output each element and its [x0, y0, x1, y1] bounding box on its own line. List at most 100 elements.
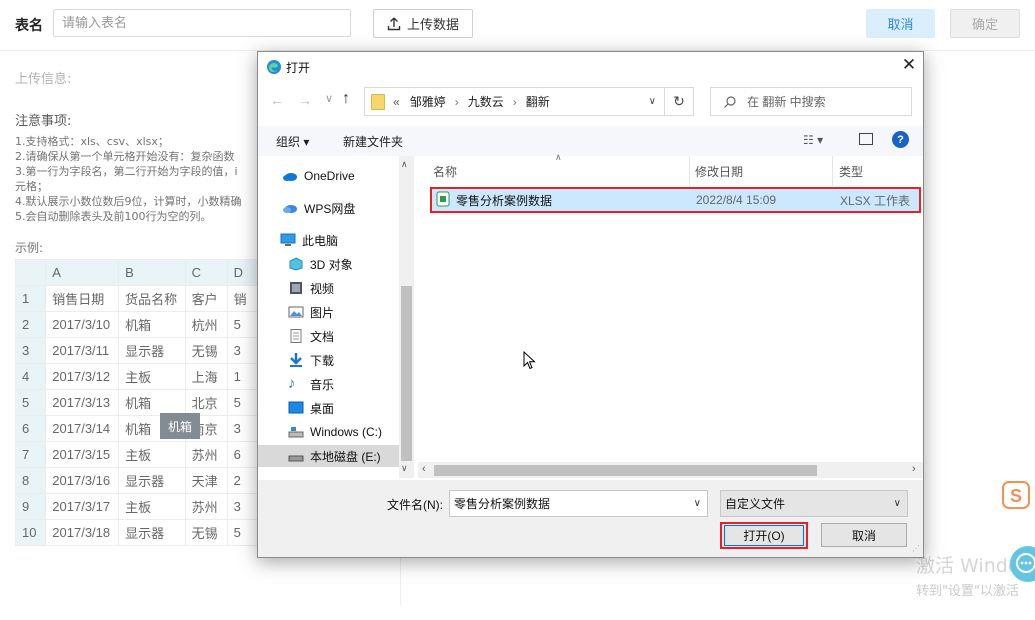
- nav-item-documents[interactable]: 文档: [258, 325, 399, 347]
- table-row: 2 2017/3/10 机箱 杭州 5: [15, 311, 260, 338]
- refresh-icon[interactable]: ↻: [665, 87, 694, 116]
- close-icon[interactable]: ✕: [900, 55, 918, 75]
- view-options-icon[interactable]: ☷ ▾: [803, 133, 823, 147]
- column-header-name[interactable]: 名称: [433, 156, 688, 186]
- example-table: A B C D 1 销售日期 货品名称 客户销 2 2017/3/10 机箱 杭州 5 3 20…: [15, 259, 260, 546]
- scroll-left-icon[interactable]: ‹: [422, 463, 426, 475]
- dialog-title: 打开: [286, 61, 311, 75]
- table-cell: 2017/3/17: [45, 493, 120, 520]
- scroll-up-icon[interactable]: ∧: [401, 159, 408, 170]
- chat-support-button[interactable]: [1010, 546, 1035, 582]
- file-list-scrollbar-thumb[interactable]: [434, 465, 817, 476]
- xlsx-file-icon: [436, 191, 450, 210]
- table-row: 8 2017/3/16 显示器 天津 2: [15, 467, 260, 494]
- nav-item-drive-e[interactable]: 本地磁盘 (E:): [258, 445, 399, 467]
- table-row: 5 2017/3/13 机箱 北京 5: [15, 389, 260, 416]
- back-arrow-icon[interactable]: ←: [270, 92, 284, 108]
- up-arrow-icon[interactable]: ↑: [342, 90, 350, 108]
- search-input[interactable]: 在 翻新 中搜索: [710, 87, 912, 116]
- cloud-icon: [282, 169, 298, 183]
- preview-pane-icon[interactable]: [859, 133, 873, 145]
- column-header: A: [45, 259, 120, 286]
- breadcrumb-overflow[interactable]: «: [393, 95, 400, 109]
- nav-item-label: 音乐: [310, 377, 335, 392]
- chevron-down-icon[interactable]: ∨: [894, 498, 901, 509]
- notes-list: 1.支持格式：xls、csv、xlsx； 2.请确保从第一个单元格开始没有：复杂…: [15, 134, 260, 224]
- cancel-button[interactable]: 取消: [821, 523, 907, 547]
- upload-data-button[interactable]: 上传数据: [373, 9, 473, 38]
- column-header-label: 类型: [839, 164, 864, 179]
- scroll-down-icon[interactable]: ∨: [401, 463, 408, 474]
- recent-dropdown-icon[interactable]: ∨: [325, 92, 333, 105]
- nav-item-label: 3D 对象: [310, 257, 353, 272]
- resize-grip-icon[interactable]: ⋰: [912, 544, 920, 553]
- nav-item-drive-c[interactable]: Windows (C:): [258, 421, 399, 443]
- help-icon[interactable]: ?: [892, 131, 909, 148]
- breadcrumb-separator-icon: ›: [454, 94, 459, 109]
- new-folder-button[interactable]: 新建文件夹: [343, 133, 403, 150]
- nav-item-pictures[interactable]: 图片: [258, 301, 399, 323]
- nav-item-label: 本地磁盘 (E:): [310, 449, 381, 464]
- table-cell: 2017/3/14: [45, 415, 120, 442]
- nav-item-onedrive[interactable]: OneDrive: [258, 165, 399, 187]
- page-confirm-button[interactable]: 确定: [950, 9, 1020, 38]
- nav-item-downloads[interactable]: 下载: [258, 349, 399, 371]
- nav-item-3d-objects[interactable]: 3D 对象: [258, 253, 399, 275]
- column-header-type[interactable]: 类型: [839, 156, 919, 186]
- table-cell: 机箱: [118, 311, 186, 338]
- sogou-ime-icon[interactable]: S: [1001, 480, 1031, 510]
- search-placeholder: 在 翻新 中搜索: [747, 95, 826, 109]
- desktop-icon: [288, 401, 304, 415]
- chevron-down-icon[interactable]: ∨: [649, 96, 656, 107]
- nav-item-music[interactable]: ♪ 音乐: [258, 373, 399, 395]
- row-number: 8: [15, 467, 47, 494]
- nav-item-label: 视频: [310, 281, 335, 296]
- drive-icon: [288, 425, 304, 439]
- activate-windows-subtitle: 转到"设置"以激活: [916, 584, 1019, 599]
- chevron-down-icon[interactable]: ∨: [694, 498, 701, 509]
- table-cell: 2: [226, 467, 260, 494]
- table-cell: 客户: [184, 285, 228, 312]
- example-label: 示例:: [15, 241, 44, 255]
- nav-item-wps-drive[interactable]: WPS网盘: [258, 197, 399, 219]
- search-icon: [724, 95, 736, 108]
- filetype-select[interactable]: 自定义文件 ∨: [720, 490, 908, 517]
- cloud-icon: [282, 201, 298, 215]
- nav-item-videos[interactable]: 视频: [258, 277, 399, 299]
- column-divider[interactable]: [832, 156, 833, 186]
- row-number: 7: [15, 441, 47, 468]
- breadcrumb-item[interactable]: 邹雅婷: [410, 93, 446, 110]
- file-date: 2022/8/4 15:09: [696, 193, 777, 207]
- address-bar[interactable]: « 邹雅婷 › 九数云 › 翻新 ∨: [364, 87, 665, 116]
- table-cell: 2017/3/10: [45, 311, 120, 338]
- filename-input[interactable]: 零售分析案例数据 ∨: [449, 490, 708, 517]
- file-row[interactable]: 零售分析案例数据 2022/8/4 15:09 XLSX 工作表: [430, 187, 921, 213]
- organize-button[interactable]: 组织 ▾: [276, 133, 309, 150]
- table-name-input[interactable]: 请输入表名: [53, 9, 351, 37]
- table-cell: 1: [226, 363, 260, 390]
- table-cell: 3: [226, 493, 260, 520]
- breadcrumb-item[interactable]: 九数云: [468, 93, 504, 110]
- table-cell: 无锡: [184, 337, 228, 364]
- open-button[interactable]: 打开(O): [720, 522, 808, 549]
- table-cell: 2017/3/15: [45, 441, 120, 468]
- music-icon: ♪: [288, 375, 296, 392]
- table-cell: 2017/3/11: [45, 337, 120, 364]
- note-line: 3.第一行为字段名，第二行开始为字段的值，i: [15, 165, 238, 178]
- scroll-right-icon[interactable]: ›: [912, 463, 916, 475]
- table-row: 7 2017/3/15 主板 苏州 6: [15, 441, 260, 468]
- table-row: 3 2017/3/11 显示器 无锡 3: [15, 337, 260, 364]
- row-number: 3: [15, 337, 47, 364]
- row-number: 10: [15, 519, 47, 546]
- column-divider[interactable]: [689, 156, 690, 186]
- breadcrumb-item[interactable]: 翻新: [526, 93, 550, 110]
- nav-scrollbar-thumb[interactable]: [401, 286, 412, 461]
- forward-arrow-icon[interactable]: →: [298, 92, 312, 108]
- nav-item-desktop[interactable]: 桌面: [258, 397, 399, 419]
- note-line: 2.请确保从第一个单元格开始没有：复杂函数: [15, 150, 235, 163]
- table-cell: 显示器: [118, 337, 186, 364]
- nav-item-this-pc[interactable]: 此电脑: [258, 229, 399, 251]
- page-cancel-button[interactable]: 取消: [866, 9, 935, 38]
- file-name: 零售分析案例数据: [456, 193, 553, 208]
- column-header-date[interactable]: 修改日期: [695, 156, 831, 186]
